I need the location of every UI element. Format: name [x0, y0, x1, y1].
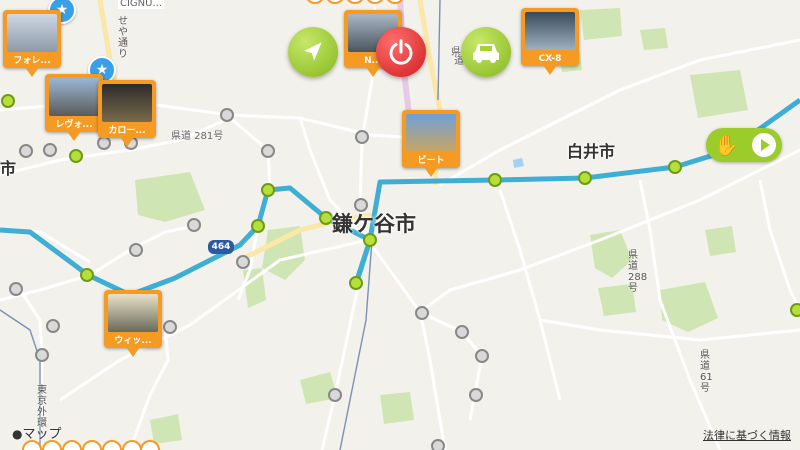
place-label-kamagaya: 鎌ケ谷市 [332, 212, 416, 236]
route-shield-number: 464 [211, 242, 231, 252]
pond [513, 158, 524, 168]
pin-photo [525, 12, 575, 50]
power-icon [389, 39, 413, 65]
vertical-label-road-top: せや通り [118, 16, 128, 60]
play-icon[interactable] [752, 133, 776, 157]
pin-caption: CX-8 [538, 54, 562, 64]
pin-caption: フォレ... [13, 56, 51, 66]
pin-photo [49, 78, 99, 116]
road-label-281: 県道 281号 [171, 131, 224, 142]
road-label-cigno: CIGNU... [118, 0, 165, 9]
pin-caption: カロー... [108, 126, 146, 136]
photo-pin-witz[interactable]: ウィッ... [104, 290, 162, 357]
pin-caption: レヴォ... [55, 120, 93, 130]
location-arrow-icon [304, 42, 322, 61]
car-button[interactable] [461, 27, 511, 77]
car-icon [473, 44, 499, 63]
place-label-shiroi: 白井市 [567, 142, 616, 161]
legal-link[interactable]: 法律に基づく情報 [703, 427, 791, 443]
pin-caption: ビート [417, 156, 445, 166]
apple-logo-icon: ● [12, 427, 23, 441]
place-label-left: 市 [0, 159, 17, 178]
park-areas [135, 8, 748, 444]
pin-photo [7, 14, 57, 52]
vertical-label-kendo61: 県道61号 [700, 350, 713, 394]
route-shield-icon: 464 [208, 240, 234, 254]
photo-pin-beat[interactable]: ビート [402, 110, 460, 177]
hand-icon[interactable]: ✋ [714, 133, 739, 157]
photo-pin-cx8[interactable]: CX-8 [521, 8, 579, 75]
photo-pin-fore[interactable]: フォレ... [3, 10, 61, 77]
vertical-label-kendo288: 県道288号 [628, 250, 648, 294]
pin-caption: ウィッ... [114, 336, 152, 346]
top-scalloped-bar [307, 0, 403, 4]
maps-brand-label: マップ [22, 427, 62, 442]
pin-photo [406, 114, 456, 152]
pin-photo [102, 84, 152, 122]
power-button[interactable] [376, 27, 426, 77]
navigate-button[interactable] [288, 27, 338, 77]
pin-photo [108, 294, 158, 332]
maps-brand: ●マップ [12, 423, 62, 442]
playback-control[interactable]: ✋ [706, 128, 782, 162]
photo-pin-levorg[interactable]: レヴォ... [45, 74, 103, 141]
photo-pin-carol[interactable]: カロー... [98, 80, 156, 147]
